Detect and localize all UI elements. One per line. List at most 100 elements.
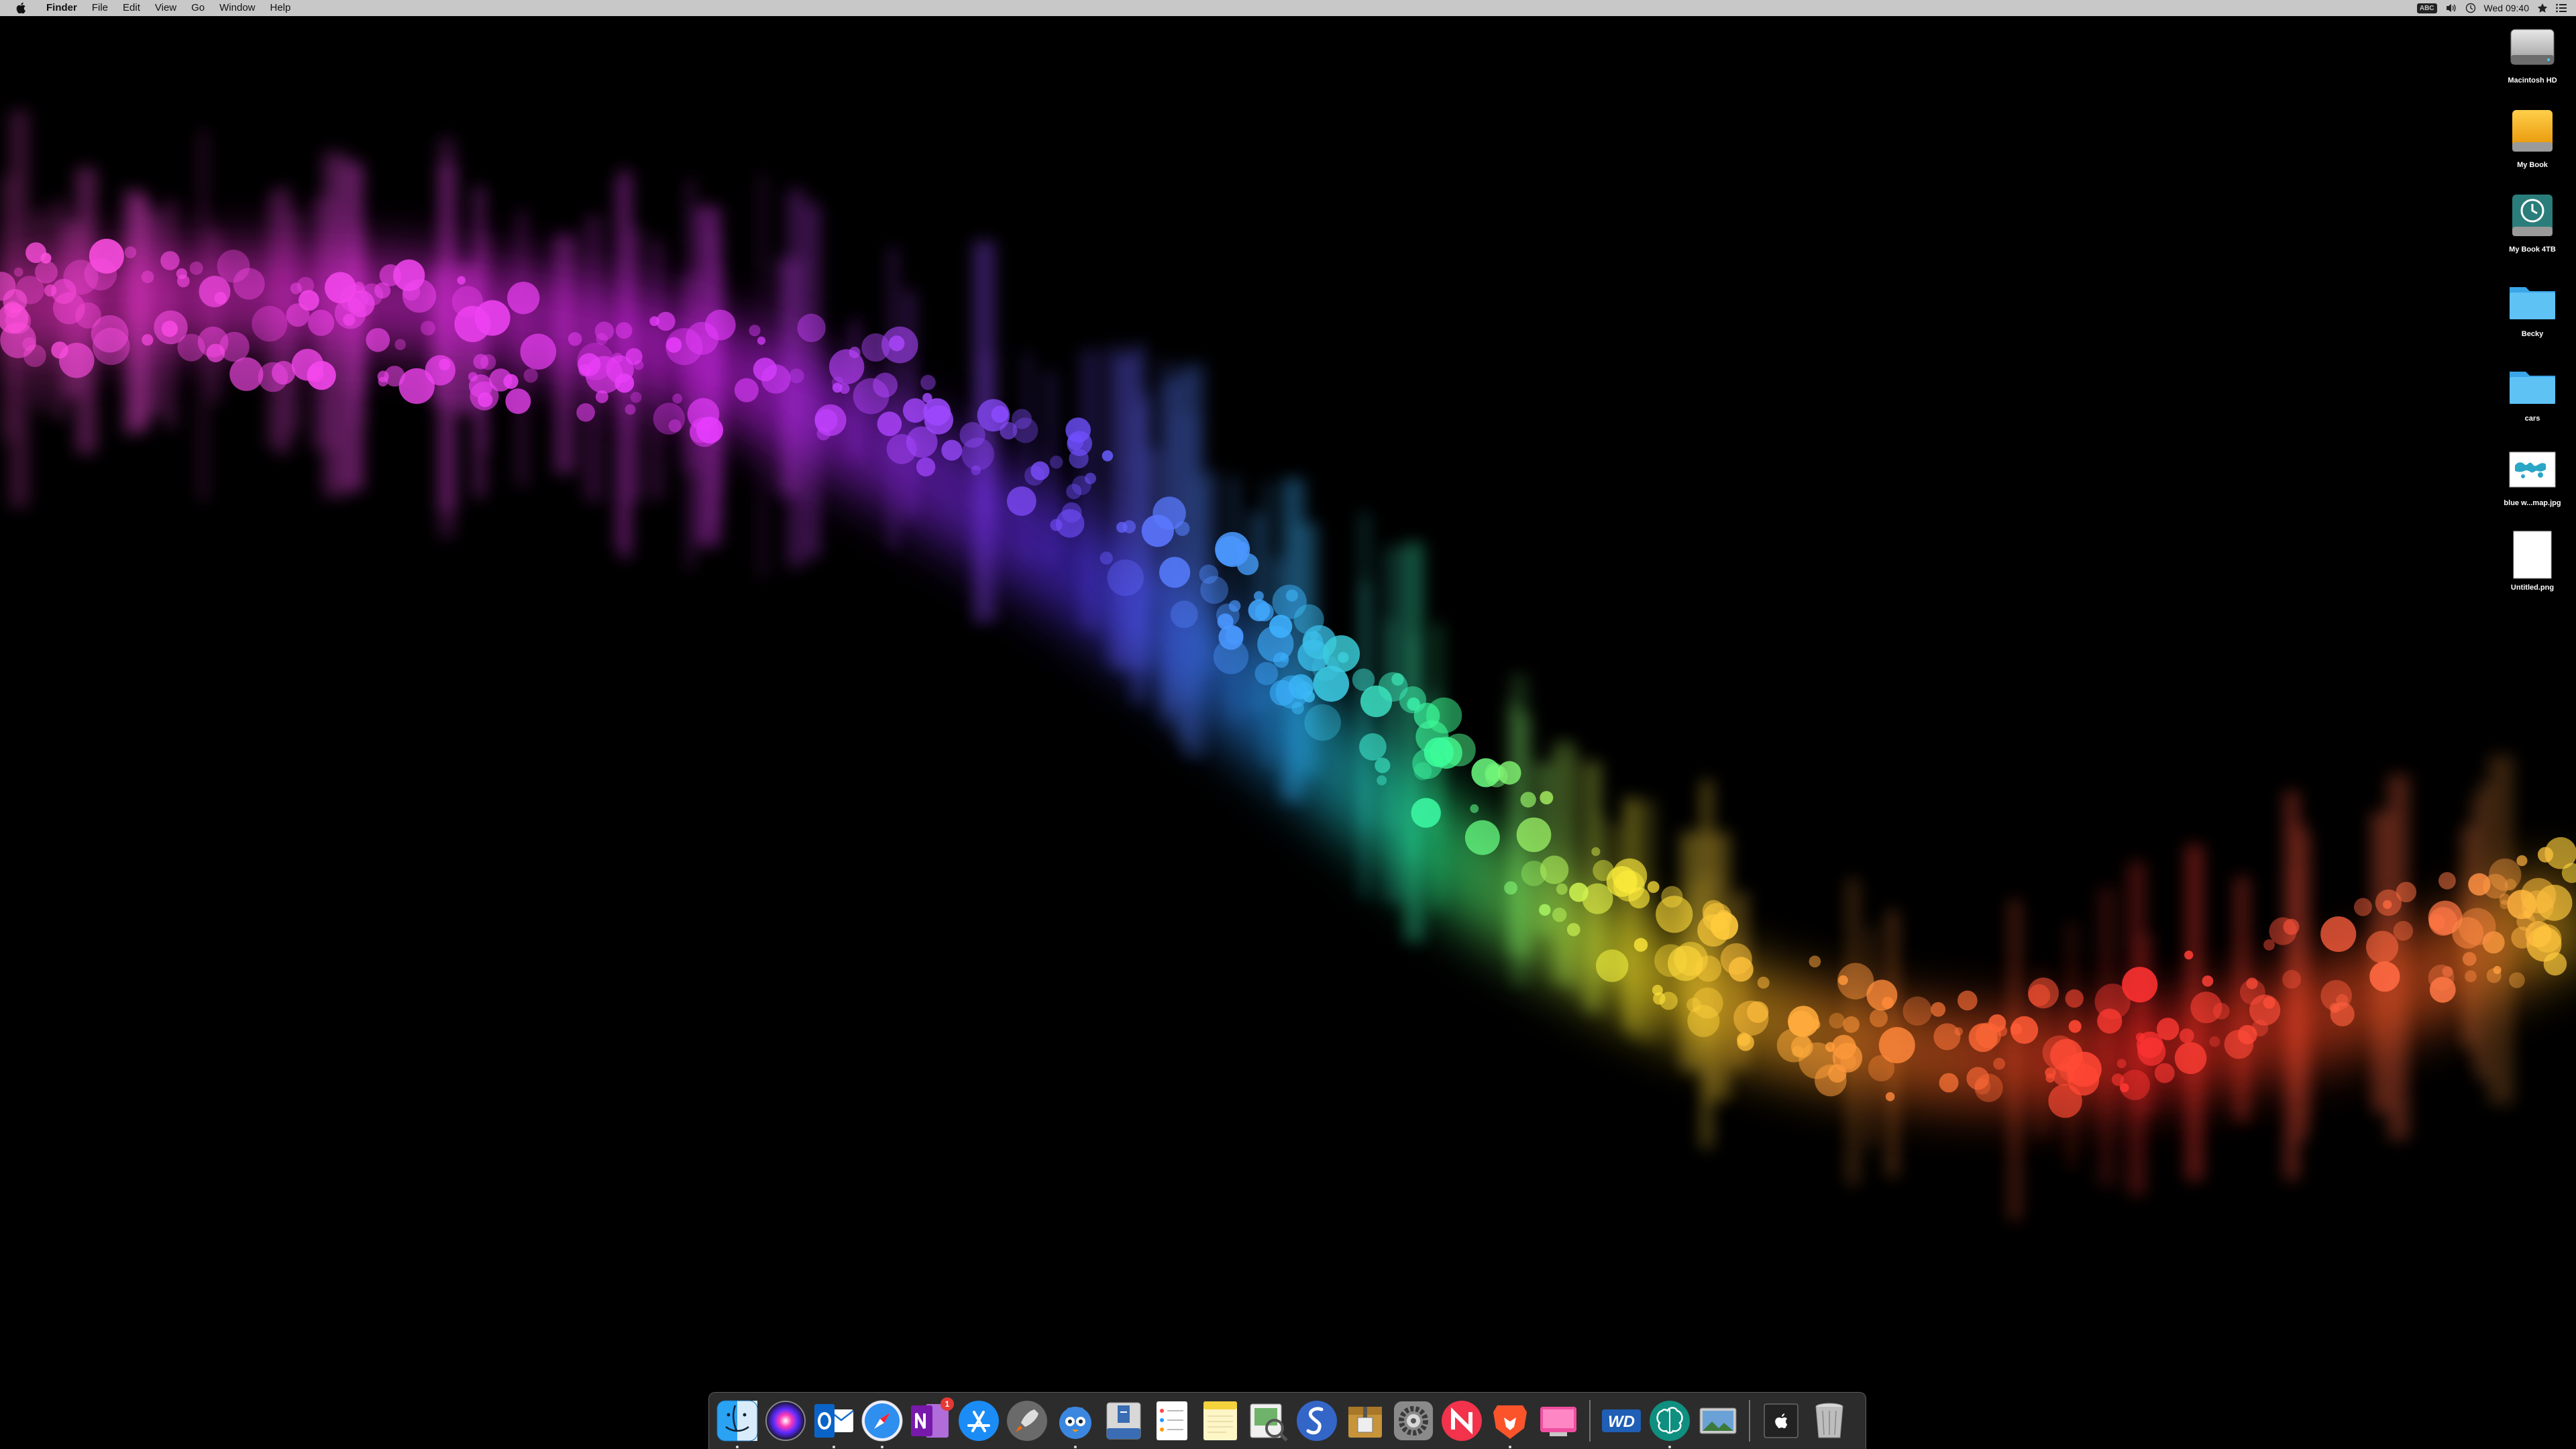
dock-preview[interactable] bbox=[1246, 1399, 1291, 1443]
wallpaper-bokeh bbox=[1377, 775, 1387, 786]
wallpaper-bokeh bbox=[2438, 871, 2456, 890]
wallpaper-bokeh bbox=[1024, 465, 1045, 486]
wallpaper-bokeh bbox=[1426, 697, 1462, 734]
dock-finder[interactable] bbox=[715, 1399, 759, 1448]
input-source-badge[interactable]: ABC bbox=[2416, 3, 2437, 13]
wallpaper-bokeh bbox=[366, 327, 390, 352]
wallpaper-bokeh bbox=[393, 259, 425, 292]
dock-onenote[interactable]: 1 bbox=[908, 1397, 954, 1443]
dock-simplenote[interactable] bbox=[1295, 1399, 1339, 1443]
menu-file[interactable]: File bbox=[85, 0, 115, 16]
wallpaper-bokeh bbox=[1269, 680, 1295, 706]
running-indicator bbox=[1074, 1446, 1077, 1448]
menu-app-name[interactable]: Finder bbox=[39, 0, 85, 16]
wallpaper-bokeh bbox=[1697, 914, 1730, 947]
dock-outlook[interactable] bbox=[812, 1399, 856, 1448]
dock-wd-discovery[interactable]: WD bbox=[1599, 1399, 1644, 1443]
star-icon[interactable] bbox=[2537, 3, 2548, 13]
desktop-icon-my-book[interactable]: My Book bbox=[2489, 105, 2576, 169]
wallpaper-bokeh bbox=[1285, 589, 1298, 602]
desktop-icon-becky[interactable]: Becky bbox=[2489, 274, 2576, 338]
wallpaper-bokeh bbox=[1464, 820, 1500, 855]
dock-app-store[interactable] bbox=[957, 1399, 1001, 1443]
menu-help[interactable]: Help bbox=[263, 0, 299, 16]
wallpaper-bokeh bbox=[814, 404, 847, 436]
notification-badge: 1 bbox=[941, 1397, 954, 1411]
dock-disk-utility[interactable] bbox=[1102, 1399, 1146, 1443]
wallpaper-bokeh bbox=[2320, 916, 2357, 953]
wallpaper-bokeh bbox=[576, 403, 595, 422]
external-drive-icon bbox=[2512, 110, 2553, 152]
wallpaper-bokeh bbox=[1974, 1078, 1991, 1095]
wallpaper-bokeh bbox=[1304, 704, 1341, 741]
desktop-icon-macintosh-hd[interactable]: Macintosh HD bbox=[2489, 20, 2576, 85]
blank-image-file-icon bbox=[2513, 531, 2552, 579]
dock-reminders[interactable] bbox=[1150, 1399, 1194, 1443]
dock-apple-folder[interactable] bbox=[1759, 1399, 1803, 1443]
wallpaper-bokeh bbox=[394, 339, 407, 350]
dock-separator bbox=[1589, 1400, 1591, 1442]
menu-clock[interactable]: Wed 09:40 bbox=[2484, 3, 2529, 13]
wallpaper-bokeh bbox=[307, 365, 324, 382]
dock-tweetbot[interactable] bbox=[1053, 1399, 1097, 1448]
desktop-icon-blue-map[interactable]: blue w...map.jpg bbox=[2489, 443, 2576, 507]
reminders-icon bbox=[1157, 1401, 1187, 1440]
dock-launchpad[interactable] bbox=[1005, 1399, 1049, 1443]
menu-window[interactable]: Window bbox=[212, 0, 262, 16]
wallpaper-bokeh bbox=[1170, 600, 1198, 629]
dock-notes[interactable] bbox=[1198, 1399, 1242, 1443]
wallpaper-bokeh bbox=[2516, 855, 2528, 867]
wallpaper-bokeh bbox=[141, 270, 154, 284]
time-machine-icon[interactable] bbox=[2465, 3, 2476, 13]
dock-photo-slideshow[interactable] bbox=[1696, 1399, 1740, 1443]
wallpaper-bokeh bbox=[473, 354, 489, 370]
notification-center-icon[interactable] bbox=[2556, 3, 2567, 13]
dock-siri[interactable] bbox=[763, 1399, 808, 1443]
wallpaper-bokeh bbox=[877, 411, 902, 437]
menu-go[interactable]: Go bbox=[184, 0, 212, 16]
running-indicator bbox=[881, 1446, 883, 1448]
dock-system-preferences[interactable] bbox=[1391, 1399, 1436, 1443]
trash-icon bbox=[1815, 1403, 1843, 1438]
wallpaper-bokeh bbox=[1837, 963, 1874, 1000]
wallpaper-bokeh bbox=[1902, 996, 1932, 1026]
dock-safari[interactable] bbox=[860, 1399, 904, 1448]
menu-edit[interactable]: Edit bbox=[115, 0, 148, 16]
outlook-icon bbox=[814, 1404, 854, 1438]
dock-news[interactable] bbox=[1440, 1399, 1484, 1443]
finder-icon bbox=[716, 1400, 758, 1442]
apple-menu-icon[interactable] bbox=[15, 2, 27, 14]
wallpaper-bokeh bbox=[916, 457, 936, 477]
wallpaper-bokeh bbox=[1359, 733, 1387, 761]
dock-mind-node[interactable] bbox=[1648, 1399, 1692, 1448]
menu-view[interactable]: View bbox=[148, 0, 184, 16]
dock-brave[interactable] bbox=[1488, 1399, 1532, 1448]
volume-icon[interactable] bbox=[2445, 3, 2457, 13]
dock-archive-utility[interactable] bbox=[1343, 1399, 1387, 1443]
desktop-icon-untitled-png[interactable]: Untitled.png bbox=[2489, 527, 2576, 592]
desktop-icon-cars[interactable]: cars bbox=[2489, 358, 2576, 423]
dock-separator bbox=[1749, 1400, 1750, 1442]
wallpaper-bokeh bbox=[1413, 762, 1432, 781]
wallpaper-bokeh bbox=[1809, 955, 1821, 968]
dock-cleanmymac[interactable] bbox=[1536, 1399, 1580, 1443]
wallpaper-bokeh bbox=[5, 308, 32, 334]
wallpaper-bokeh bbox=[252, 306, 288, 342]
wallpaper-bokeh bbox=[1695, 955, 1722, 982]
wallpaper-bokeh bbox=[1993, 1057, 2006, 1070]
wallpaper-bokeh bbox=[1647, 881, 1660, 894]
wallpaper-bokeh bbox=[1067, 433, 1084, 450]
dock-trash[interactable] bbox=[1807, 1399, 1851, 1443]
wallpaper-bokeh bbox=[13, 267, 23, 277]
wallpaper-bokeh bbox=[1633, 938, 1648, 952]
wallpaper-bokeh bbox=[1102, 450, 1114, 462]
desktop-icon-my-book-4tb[interactable]: My Book 4TB bbox=[2489, 189, 2576, 254]
wallpaper-bokeh bbox=[596, 333, 608, 345]
preview-icon bbox=[1250, 1403, 1288, 1442]
wallpaper-bokeh bbox=[2122, 967, 2158, 1003]
wallpaper-bokeh bbox=[2154, 1063, 2175, 1083]
wallpaper-bokeh bbox=[1228, 600, 1241, 612]
wallpaper-bokeh bbox=[1957, 990, 1978, 1011]
wallpaper-bokeh bbox=[734, 378, 759, 402]
wallpaper-bokeh bbox=[2537, 847, 2554, 863]
